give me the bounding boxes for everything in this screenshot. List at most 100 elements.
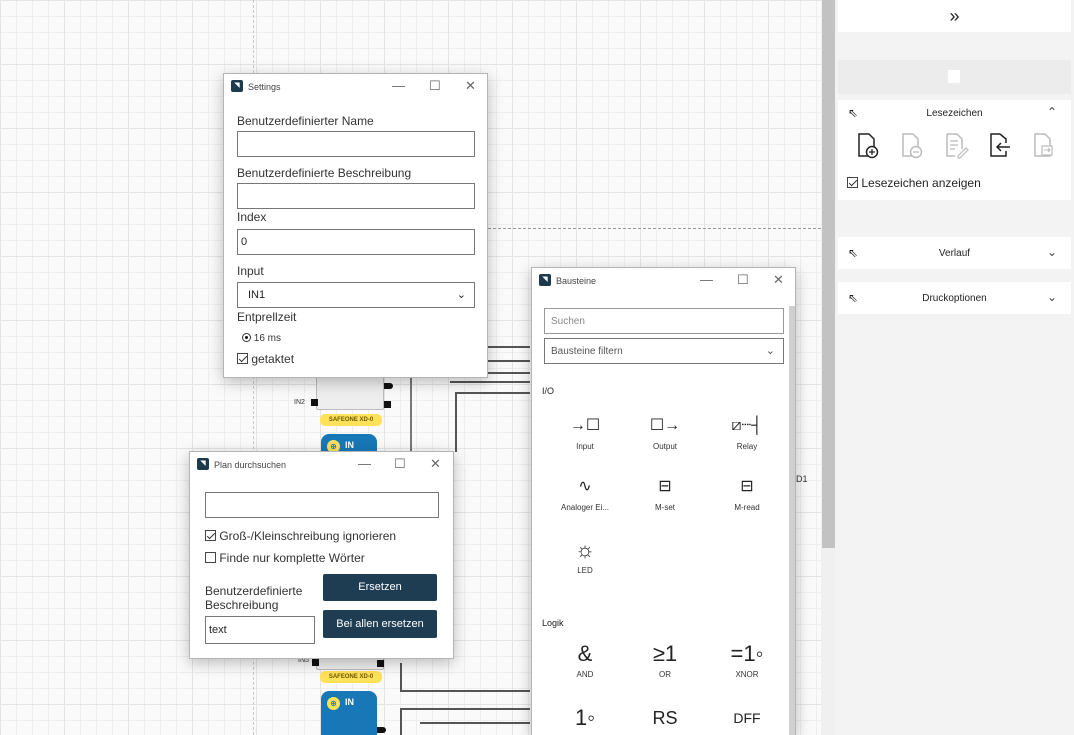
replace-all-button[interactable]: Bei allen ersetzen	[323, 610, 437, 638]
wire[interactable]	[420, 722, 530, 724]
input-select[interactable]: IN1 ⌄	[237, 282, 475, 308]
palette-item-xnor[interactable]: =1◦ XNOR	[716, 640, 778, 679]
close-icon[interactable]: ✕	[465, 78, 476, 94]
checkbox-unchecked-icon[interactable]	[205, 552, 216, 563]
canvas-vertical-scrollbar[interactable]	[821, 0, 835, 735]
relay-icon: ⧄┈┤	[731, 417, 763, 434]
remove-bookmark-icon[interactable]	[900, 132, 924, 160]
custom-name-input[interactable]	[237, 131, 475, 157]
wire[interactable]	[400, 708, 402, 735]
chevron-down-icon[interactable]: ⌄	[1047, 290, 1057, 304]
output-icon: ☐→	[649, 417, 681, 434]
wire[interactable]	[410, 376, 412, 456]
ignore-case-checkbox[interactable]: Groß-/Kleinschreibung ignorieren	[205, 529, 396, 543]
radio-selected-icon[interactable]	[242, 333, 251, 342]
pin-connector[interactable]	[377, 727, 386, 733]
palette-item-m-set[interactable]: ⊟ M-set	[634, 473, 696, 512]
export-bookmark-icon[interactable]	[1032, 132, 1056, 160]
search-plan-window: ◥ Plan durchsuchen — ☐ ✕ Groß-/Kleinschr…	[189, 451, 454, 659]
history-header[interactable]: ⇖ Verlauf ⌄	[838, 244, 1071, 264]
maximize-icon[interactable]: ☐	[429, 78, 441, 94]
replace-button[interactable]: Ersetzen	[323, 574, 437, 601]
collapse-panel-button[interactable]: »	[838, 0, 1071, 32]
minimize-icon[interactable]: —	[700, 272, 713, 287]
palette-item-analog-input[interactable]: ∿ Analoger Ei...	[554, 473, 616, 512]
xnor-icon: =1◦	[730, 641, 764, 666]
search-query-input[interactable]	[205, 492, 439, 518]
minimap-box	[838, 60, 1071, 94]
palette-titlebar[interactable]: ◥ Bausteine — ☐ ✕	[532, 268, 795, 294]
chevron-down-icon: ⌄	[456, 289, 466, 301]
palette-item-m-read[interactable]: ⊟ M-read	[716, 473, 778, 512]
wire[interactable]	[400, 690, 530, 692]
pin-connector[interactable]	[384, 383, 393, 389]
wire[interactable]	[400, 663, 402, 691]
history-section[interactable]: ⇖ Verlauf ⌄	[838, 237, 1071, 269]
chevron-down-icon[interactable]: ⌄	[1047, 245, 1057, 259]
index-label: Index	[237, 210, 267, 224]
debounce-16ms-radio[interactable]: 16 ms	[242, 333, 281, 344]
palette-item-or[interactable]: ≥1 OR	[634, 640, 696, 679]
edge-pin-label: D1	[796, 474, 808, 484]
edit-bookmark-icon[interactable]	[944, 132, 969, 160]
palette-item-input[interactable]: →☐ Input	[554, 412, 616, 451]
wire[interactable]	[455, 392, 530, 394]
print-options-section[interactable]: ⇖ Druckoptionen ⌄	[838, 282, 1071, 314]
index-input[interactable]: 0	[237, 229, 475, 255]
dff-icon: DFF	[733, 710, 761, 726]
input-label: Input	[237, 264, 264, 278]
palette-item-relay[interactable]: ⧄┈┤ Relay	[716, 412, 778, 451]
rs-icon: RS	[652, 708, 678, 728]
analog-input-icon: ∿	[578, 478, 592, 495]
palette-item-and[interactable]: & AND	[554, 640, 616, 679]
replace-value-input[interactable]: text	[205, 616, 315, 644]
app-icon: ◥	[231, 80, 243, 92]
pin-label: IN2	[294, 399, 305, 406]
palette-item-rs[interactable]: RS	[634, 704, 696, 732]
close-icon[interactable]: ✕	[430, 456, 441, 472]
palette-item-dff[interactable]: DFF	[716, 704, 778, 732]
checkbox-checked-icon[interactable]	[847, 177, 858, 188]
wire[interactable]	[400, 708, 530, 710]
palette-item-output[interactable]: ☐→ Output	[634, 412, 696, 451]
bookmarks-header[interactable]: ⇖ Lesezeichen ⌃	[838, 104, 1071, 124]
chevron-up-icon[interactable]: ⌃	[1047, 105, 1057, 119]
palette-item-not[interactable]: 1◦	[554, 704, 616, 732]
pin-connector[interactable]	[311, 399, 318, 406]
show-bookmarks-checkbox[interactable]: Lesezeichen anzeigen	[847, 176, 981, 190]
whole-words-checkbox[interactable]: Finde nur komplette Wörter	[205, 551, 365, 565]
minimap-viewport[interactable]	[948, 70, 960, 83]
palette-search-input[interactable]: Suchen	[544, 308, 784, 334]
checkbox-checked-icon[interactable]	[237, 353, 248, 364]
app-icon: ◥	[539, 274, 551, 286]
scrollbar-thumb[interactable]	[822, 0, 835, 548]
right-panel: » ⇖ Lesezeichen ⌃ Lesezeichen anzeigen ⇖…	[835, 0, 1074, 735]
add-bookmark-icon[interactable]	[856, 132, 880, 160]
goto-bookmark-icon[interactable]	[988, 132, 1012, 160]
logic-section-title: Logik	[542, 618, 564, 628]
maximize-icon[interactable]: ☐	[394, 456, 406, 472]
minimize-icon[interactable]: —	[392, 78, 405, 93]
custom-description-label: Benutzerdefinierte Beschreibung	[237, 166, 412, 180]
pin-connector[interactable]	[312, 659, 319, 666]
pin-connector[interactable]	[377, 660, 384, 667]
settings-titlebar[interactable]: ◥ Settings — ☐ ✕	[224, 74, 487, 100]
wire[interactable]	[455, 392, 457, 452]
palette-item-led[interactable]: ☼ LED	[554, 536, 616, 575]
minimize-icon[interactable]: —	[358, 456, 371, 471]
maximize-icon[interactable]: ☐	[737, 272, 749, 288]
wire[interactable]	[450, 381, 530, 383]
close-icon[interactable]: ✕	[773, 272, 784, 288]
clocked-checkbox[interactable]: getaktet	[237, 352, 294, 366]
bookmark-toolbar	[856, 132, 1066, 162]
search-titlebar[interactable]: ◥ Plan durchsuchen — ☐ ✕	[190, 452, 453, 476]
palette-filter-select[interactable]: Bausteine filtern ⌄	[544, 338, 784, 364]
palette-scrollbar[interactable]	[789, 306, 795, 735]
checkbox-checked-icon[interactable]	[205, 530, 216, 541]
bookmarks-section: ⇖ Lesezeichen ⌃ Lesezeichen anzeigen	[838, 100, 1071, 200]
pin-connector[interactable]	[384, 401, 391, 408]
print-options-header[interactable]: ⇖ Druckoptionen ⌄	[838, 289, 1071, 309]
input-chip[interactable]: ⊕ IN	[321, 691, 377, 735]
custom-description-input[interactable]	[237, 183, 475, 209]
replace-field-label: Benutzerdefinierte Beschreibung	[205, 584, 303, 612]
